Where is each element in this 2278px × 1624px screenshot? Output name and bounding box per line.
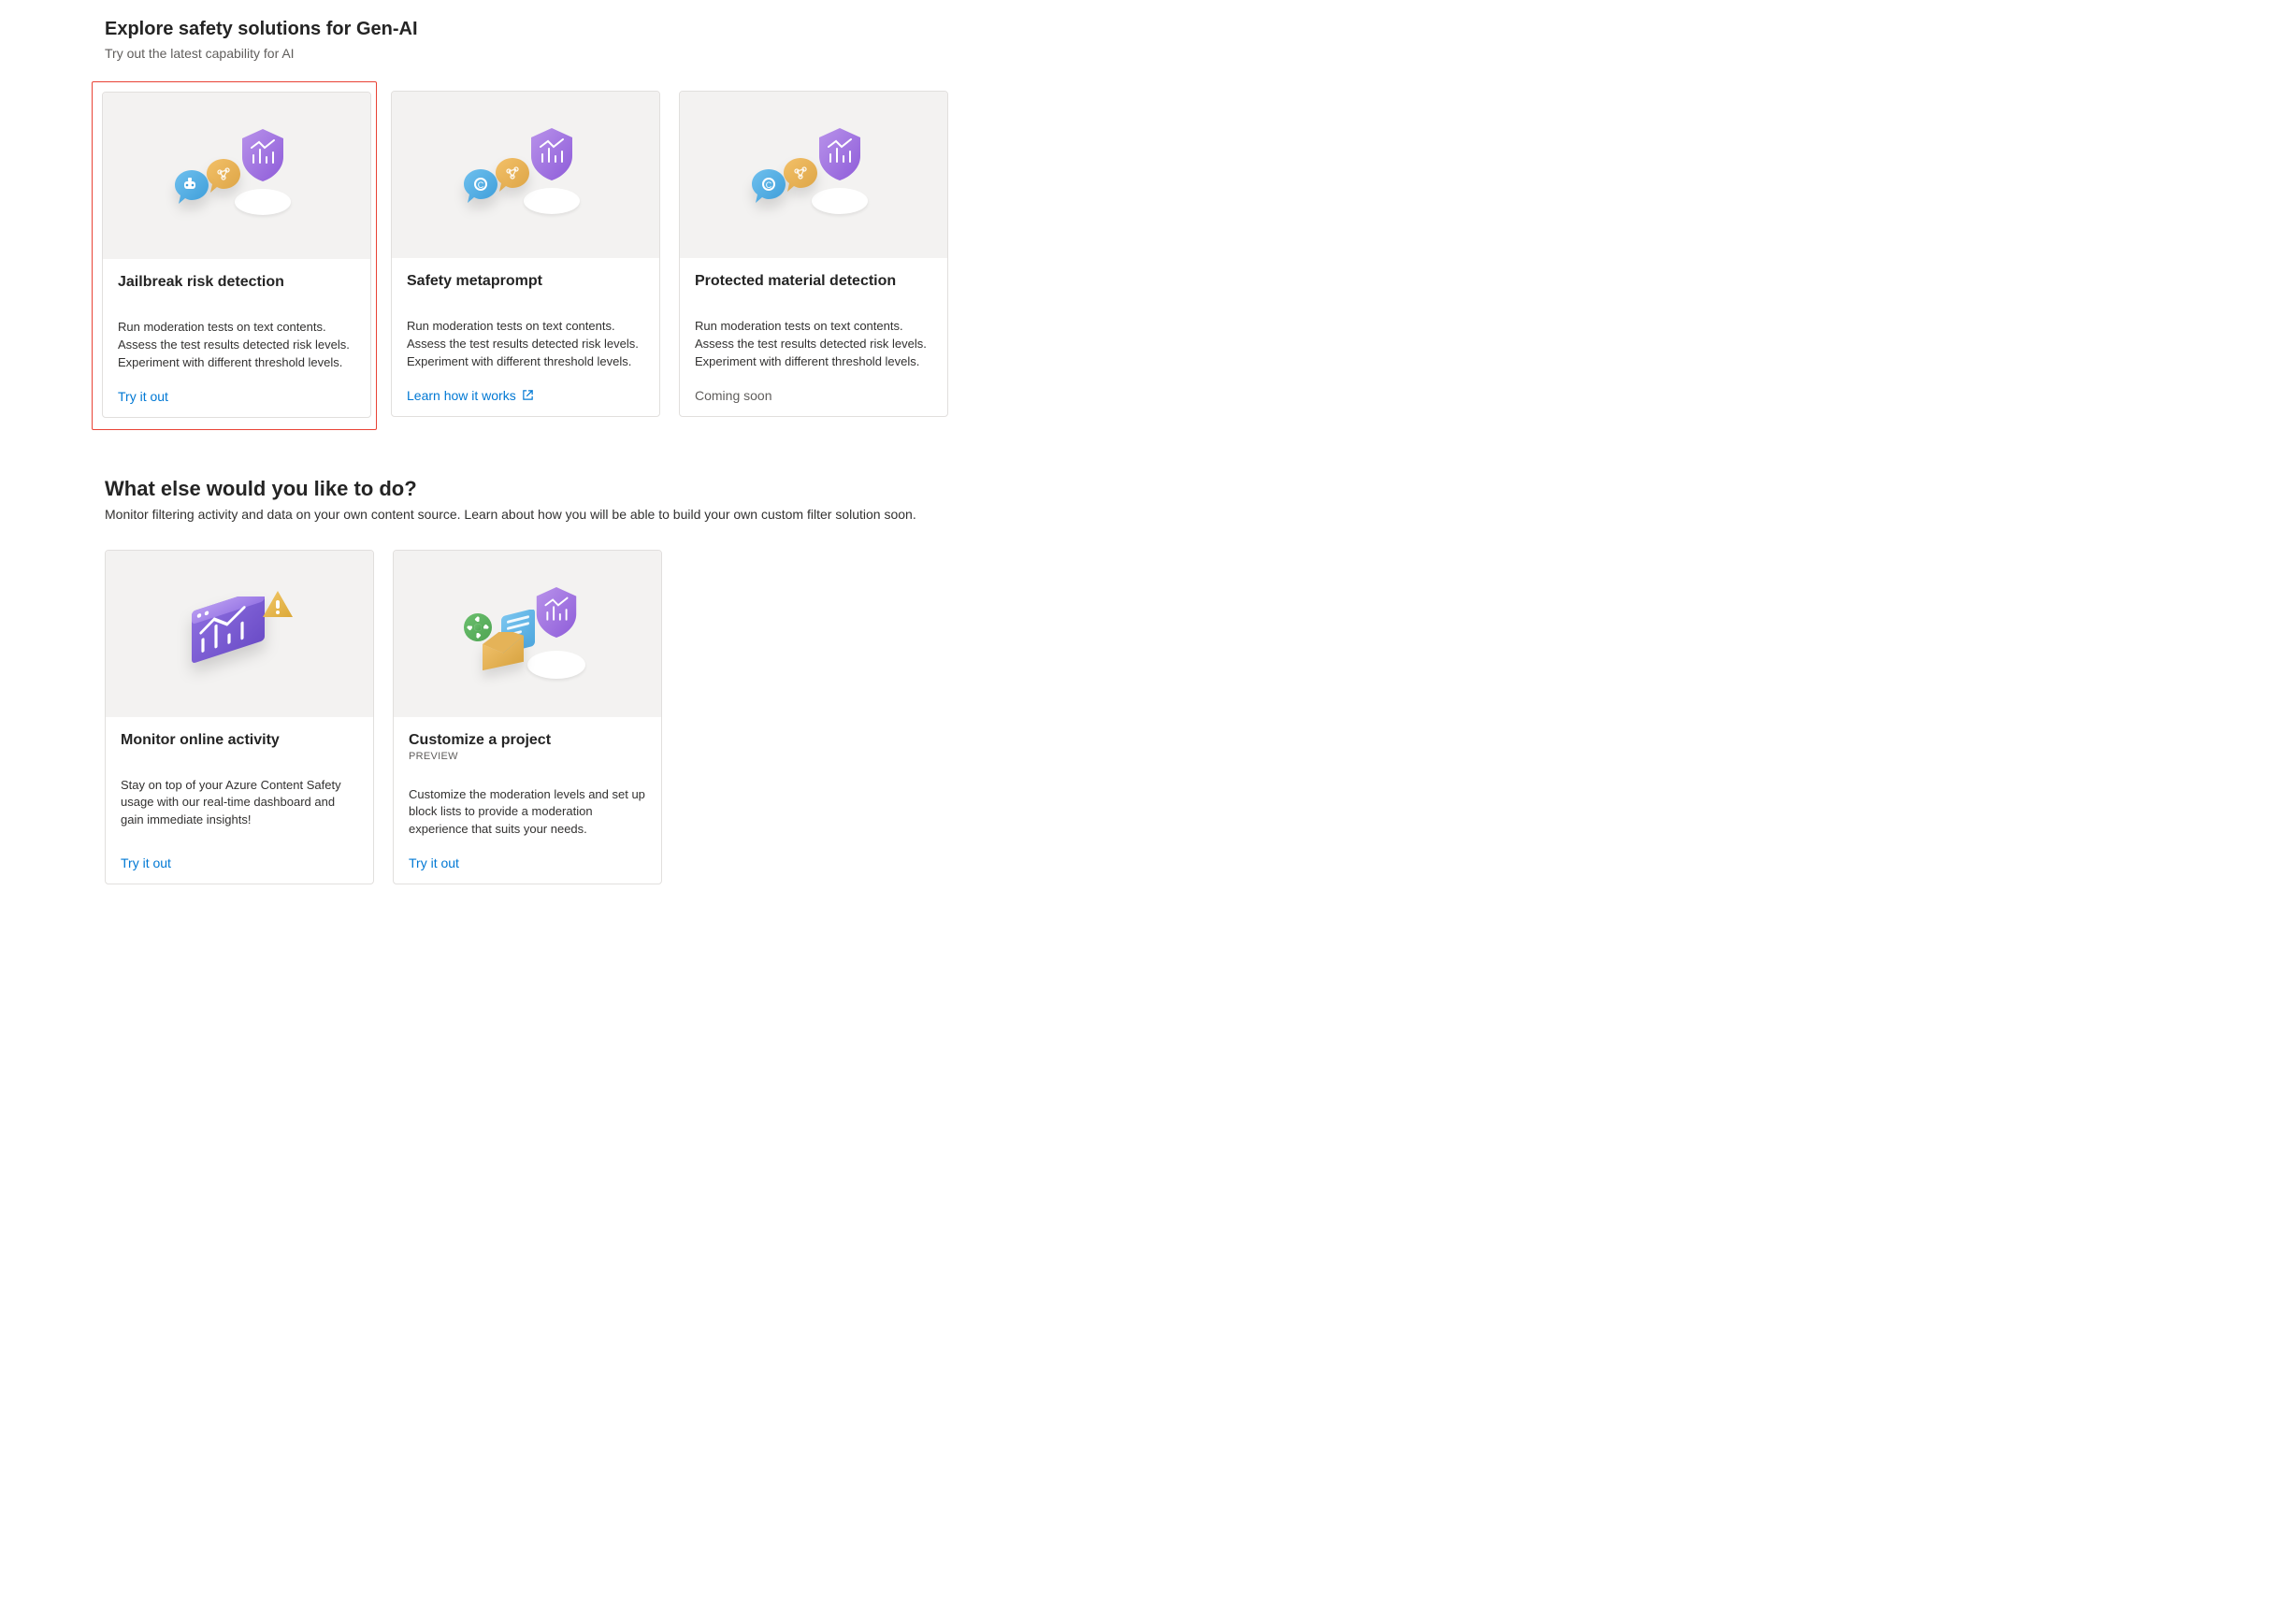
card-title: Monitor online activity [121,732,358,749]
card-description: Stay on top of your Azure Content Safety… [121,777,358,830]
section-subtitle: Try out the latest capability for AI [37,46,2241,61]
svg-text:C: C [766,180,772,190]
card-description: Run moderation tests on text contents. A… [118,319,355,372]
card-customize-project[interactable]: Customize a project PREVIEW Customize th… [393,550,662,885]
speech-bubble-icon: C [748,165,789,207]
card-illustration: C [392,92,659,258]
customize-icon-cluster [453,578,602,690]
section-subtitle: Monitor filtering activity and data on y… [37,507,2241,522]
safety-icon-cluster: C [739,119,888,231]
section-what-else: What else would you like to do? Monitor … [37,477,2241,885]
learn-how-link[interactable]: Learn how it works [407,388,644,403]
card-illustration [394,551,661,717]
preview-badge: PREVIEW [409,751,646,762]
card-monitor-activity[interactable]: Monitor online activity Stay on top of y… [105,550,374,885]
card-safety-metaprompt[interactable]: C Safety metaprompt Run moderation tests… [391,91,660,417]
gear-icon [462,611,494,643]
shield-icon [526,126,578,182]
section-explore-safety: Explore safety solutions for Gen-AI Try … [37,19,2241,430]
shield-icon [237,127,289,183]
card-illustration [106,551,373,717]
card-title: Customize a project [409,732,646,749]
speech-bubble-icon [171,166,212,208]
card-title: Safety metaprompt [407,273,644,290]
warning-icon [259,587,296,625]
card-jailbreak[interactable]: Jailbreak risk detection Run moderation … [102,92,371,418]
safety-icon-cluster [162,120,311,232]
monitor-icon [179,578,300,690]
link-label: Learn how it works [407,388,516,403]
try-it-out-link[interactable]: Try it out [121,855,358,870]
card-protected-material[interactable]: C Protected material detection Run moder… [679,91,948,417]
card-title: Protected material detection [695,273,932,290]
try-it-out-link[interactable]: Try it out [409,855,646,870]
svg-text:C: C [478,180,484,190]
card-illustration [103,93,370,259]
shield-icon [814,126,866,182]
external-link-icon [522,389,534,401]
speech-bubble-icon: C [460,165,501,207]
safety-icon-cluster: C [451,119,600,231]
section-title: What else would you like to do? [37,477,2241,501]
highlight-box: Jailbreak risk detection Run moderation … [92,81,377,430]
card-title: Jailbreak risk detection [118,274,355,291]
card-illustration: C [680,92,947,258]
coming-soon-label: Coming soon [695,388,932,403]
card-description: Run moderation tests on text contents. A… [695,318,932,371]
try-it-out-link[interactable]: Try it out [118,389,355,404]
card-description: Customize the moderation levels and set … [409,786,646,840]
section-title: Explore safety solutions for Gen-AI [37,19,2241,40]
card-description: Run moderation tests on text contents. A… [407,318,644,371]
